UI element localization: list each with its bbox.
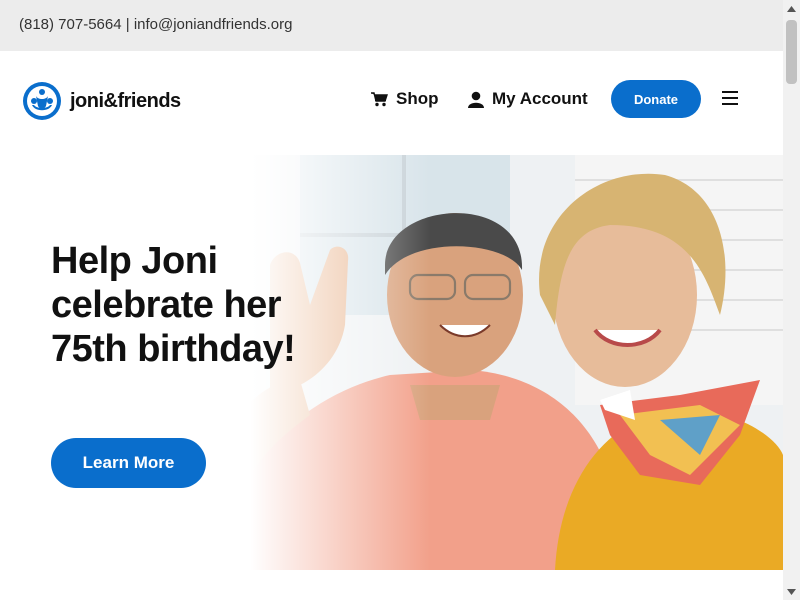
contact-separator: | <box>121 16 134 33</box>
page: (818) 707-5664 | info@joniandfriends.org… <box>0 0 783 600</box>
logo-wordmark: joni&friends <box>70 89 181 112</box>
shop-label: Shop <box>396 89 439 108</box>
donate-button[interactable]: Donate <box>611 80 701 118</box>
email-link[interactable]: info@joniandfriends.org <box>134 16 293 33</box>
hero-banner: Help Joni celebrate her 75th birthday! L… <box>0 155 783 570</box>
hamburger-menu-icon[interactable] <box>722 91 738 105</box>
learn-more-button[interactable]: Learn More <box>51 438 206 488</box>
site-header: joni&friends Shop My Account Donate <box>0 51 783 155</box>
phone-link[interactable]: (818) 707-5664 <box>19 16 122 33</box>
site-logo[interactable]: joni&friends <box>22 81 181 121</box>
contact-info: (818) 707-5664 | info@joniandfriends.org <box>19 16 292 33</box>
menu-line <box>722 91 738 93</box>
cart-icon <box>371 92 388 107</box>
menu-line <box>722 97 738 99</box>
joni-and-friends-logo-icon <box>23 82 61 120</box>
scrollbar-thumb[interactable] <box>786 20 797 84</box>
menu-line <box>722 103 738 105</box>
user-icon <box>468 91 484 108</box>
hero-title: Help Joni celebrate her 75th birthday! <box>51 240 296 370</box>
scroll-down-icon[interactable] <box>783 583 800 600</box>
vertical-scrollbar[interactable] <box>783 0 800 600</box>
shop-link[interactable]: Shop <box>370 89 439 109</box>
scroll-up-icon[interactable] <box>783 0 800 17</box>
my-account-label: My Account <box>492 89 588 108</box>
my-account-link[interactable]: My Account <box>468 89 588 109</box>
top-contact-bar: (818) 707-5664 | info@joniandfriends.org <box>0 0 783 51</box>
